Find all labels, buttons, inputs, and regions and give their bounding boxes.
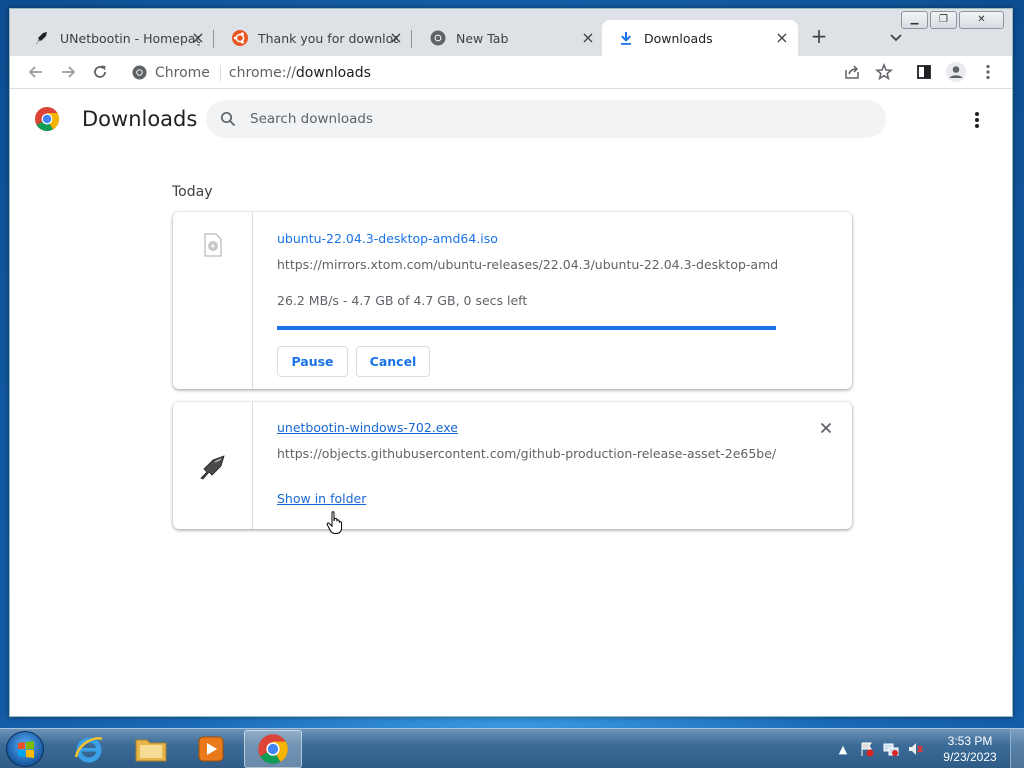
volume-muted-icon[interactable] bbox=[906, 740, 924, 758]
chrome-taskbar-icon[interactable] bbox=[244, 730, 302, 768]
network-icon[interactable] bbox=[882, 740, 900, 758]
clock-date: 9/23/2023 bbox=[943, 750, 997, 764]
file-icon-column bbox=[173, 212, 253, 389]
share-icon[interactable] bbox=[840, 60, 864, 84]
tab-new-tab[interactable]: New Tab × bbox=[414, 20, 604, 56]
file-icon-column bbox=[173, 402, 253, 529]
reload-icon[interactable] bbox=[88, 60, 112, 84]
minimize-button[interactable]: ▁ bbox=[901, 11, 928, 29]
browser-menu-icon[interactable] bbox=[976, 60, 1000, 84]
download-item: unetbootin-windows-702.exe https://objec… bbox=[173, 402, 852, 529]
page-title: Downloads bbox=[82, 107, 198, 131]
windows-logo-icon bbox=[18, 741, 34, 758]
start-button[interactable] bbox=[6, 731, 44, 767]
tab-close-icon[interactable]: × bbox=[580, 30, 596, 46]
show-desktop-button[interactable] bbox=[1010, 729, 1024, 768]
more-actions-icon[interactable] bbox=[968, 108, 986, 132]
chrome-icon bbox=[430, 30, 446, 46]
browser-toolbar: Chrome chrome://downloads bbox=[10, 56, 1012, 89]
pause-button[interactable]: Pause bbox=[277, 346, 348, 377]
download-filename-link[interactable]: unetbootin-windows-702.exe bbox=[277, 420, 458, 435]
tab-title: UNetbootin - Homepage bbox=[60, 30, 200, 46]
tab-strip: UNetbootin - Homepage × Thank you for do… bbox=[10, 9, 1012, 56]
media-player-icon[interactable] bbox=[182, 730, 240, 768]
clock-time: 3:53 PM bbox=[947, 734, 993, 748]
chrome-window: UNetbootin - Homepage × Thank you for do… bbox=[9, 8, 1013, 717]
search-icon bbox=[220, 111, 236, 127]
new-tab-button[interactable]: + bbox=[807, 25, 831, 49]
taskbar: ▲ 3:53 PM 9/23/2023 bbox=[0, 728, 1024, 768]
show-hidden-icons-chevron-icon[interactable]: ▲ bbox=[834, 740, 852, 758]
date-section-label: Today bbox=[172, 184, 213, 200]
url-text[interactable]: chrome://downloads bbox=[229, 65, 371, 81]
search-placeholder: Search downloads bbox=[250, 111, 373, 127]
tab-title: Downloads bbox=[644, 30, 713, 46]
file-explorer-icon[interactable] bbox=[122, 730, 180, 768]
profile-avatar-icon[interactable] bbox=[944, 60, 968, 84]
side-panel-icon[interactable] bbox=[912, 60, 936, 84]
downloads-page: Downloads Search downloads Today ubuntu-… bbox=[10, 90, 1012, 716]
disc-file-icon bbox=[204, 233, 222, 257]
chrome-logo-icon bbox=[35, 107, 60, 132]
tab-unetbootin[interactable]: UNetbootin - Homepage × bbox=[18, 20, 214, 56]
download-item: ubuntu-22.04.3-desktop-amd64.iso https:/… bbox=[173, 212, 852, 389]
unetbootin-icon bbox=[34, 30, 50, 46]
site-info[interactable]: Chrome bbox=[132, 64, 221, 81]
window-controls: ▁ ❐ ✕ bbox=[899, 11, 1004, 29]
site-label: Chrome bbox=[155, 64, 210, 81]
download-source-url[interactable]: https://objects.githubusercontent.com/gi… bbox=[277, 446, 777, 461]
back-arrow-icon[interactable] bbox=[24, 60, 48, 84]
hand-cursor-icon bbox=[326, 511, 343, 534]
remove-download-close-icon[interactable] bbox=[816, 418, 836, 438]
close-window-button[interactable]: ✕ bbox=[959, 11, 1004, 29]
download-status: 26.2 MB/s - 4.7 GB of 4.7 GB, 0 secs lef… bbox=[277, 293, 528, 308]
download-filename-link[interactable]: ubuntu-22.04.3-desktop-amd64.iso bbox=[277, 231, 498, 246]
download-icon bbox=[618, 30, 634, 46]
action-center-flag-icon[interactable] bbox=[858, 740, 876, 758]
tab-ubuntu-thanks[interactable]: Thank you for downloading × bbox=[216, 20, 412, 56]
bookmark-star-icon[interactable] bbox=[872, 60, 896, 84]
progress-fill bbox=[277, 326, 776, 330]
cancel-button[interactable]: Cancel bbox=[356, 346, 430, 377]
forward-arrow-icon[interactable] bbox=[56, 60, 80, 84]
tab-title: Thank you for downloading bbox=[258, 30, 398, 46]
tab-downloads[interactable]: Downloads × bbox=[602, 20, 798, 56]
search-downloads-input[interactable]: Search downloads bbox=[206, 100, 886, 138]
ubuntu-icon bbox=[232, 30, 248, 46]
tab-close-icon[interactable]: × bbox=[774, 30, 790, 46]
tab-close-icon[interactable]: × bbox=[388, 30, 404, 46]
internet-explorer-icon[interactable] bbox=[60, 730, 118, 768]
chrome-icon bbox=[132, 65, 147, 80]
download-source-url[interactable]: https://mirrors.xtom.com/ubuntu-releases… bbox=[277, 257, 777, 272]
system-tray: ▲ 3:53 PM 9/23/2023 bbox=[834, 729, 1024, 768]
tab-title: New Tab bbox=[456, 30, 509, 46]
show-in-folder-link[interactable]: Show in folder bbox=[277, 491, 366, 506]
tab-close-icon[interactable]: × bbox=[190, 30, 206, 46]
address-bar[interactable]: Chrome chrome://downloads bbox=[124, 59, 924, 86]
download-progress-bar bbox=[277, 326, 776, 330]
taskbar-clock[interactable]: 3:53 PM 9/23/2023 bbox=[930, 733, 1010, 765]
tab-search-chevron-icon[interactable] bbox=[886, 27, 906, 47]
unetbootin-app-icon bbox=[200, 455, 225, 480]
maximize-button[interactable]: ❐ bbox=[930, 11, 957, 29]
